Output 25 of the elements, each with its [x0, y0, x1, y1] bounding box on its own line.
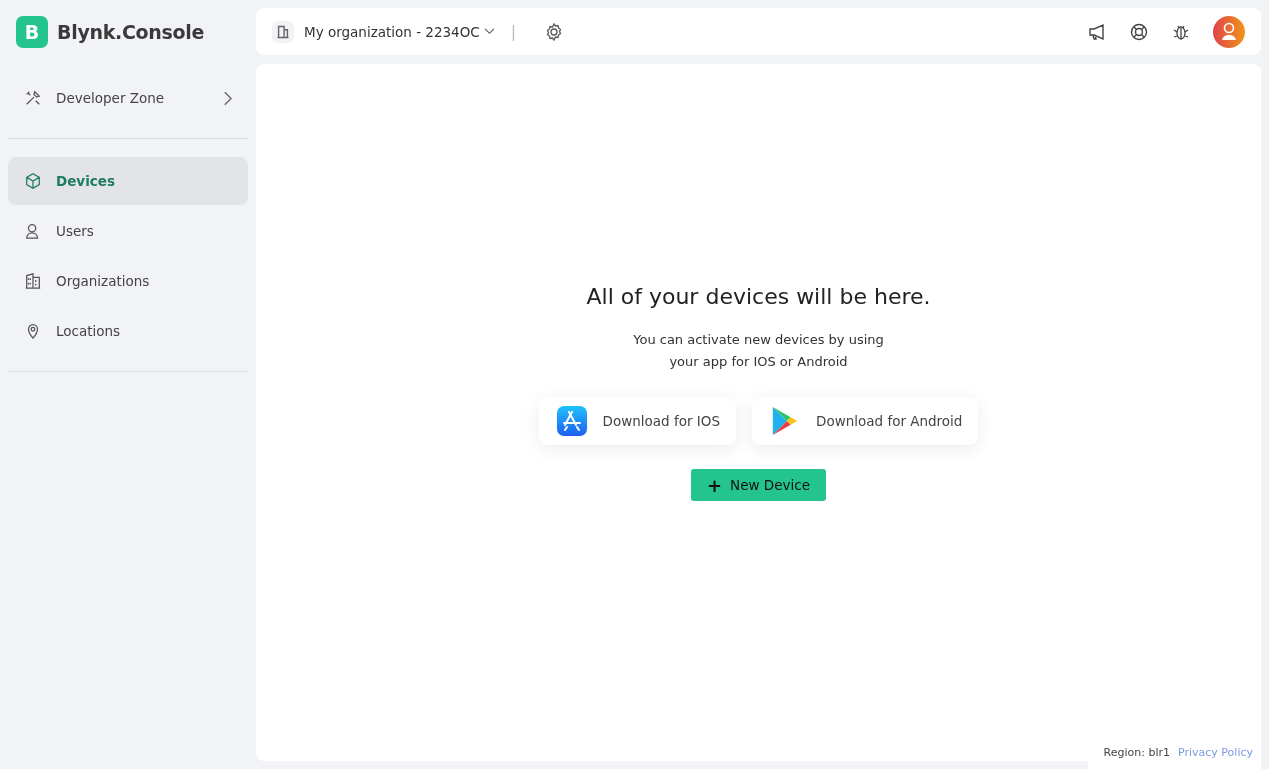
- chevron-right-icon: [223, 90, 232, 106]
- sidebar-item[interactable]: Devices: [8, 157, 248, 205]
- store-download-button[interactable]: Download for Android: [752, 397, 979, 445]
- sidebar-item[interactable]: Locations: [8, 307, 248, 355]
- app-store-icon: [556, 406, 587, 436]
- megaphone-icon[interactable]: [1087, 21, 1107, 42]
- sidebar-item[interactable]: Users: [8, 207, 248, 255]
- logo-badge: B: [16, 16, 48, 48]
- new-device-button[interactable]: + New Device: [691, 469, 826, 501]
- region-label: Region: blr1: [1103, 746, 1171, 759]
- store-download-button[interactable]: Download for IOS: [538, 397, 736, 445]
- chevron-down-icon: [483, 28, 495, 35]
- organization-dropdown[interactable]: My organization - 2234OC: [304, 23, 495, 40]
- cube-icon: [24, 172, 42, 190]
- sidebar-item[interactable]: Organizations: [8, 257, 248, 305]
- building-icon: [24, 272, 42, 290]
- tools-icon: [24, 89, 42, 107]
- empty-state-description: You can activate new devices by using your app for IOS or Android: [633, 331, 884, 371]
- app-name: Blynk.Console: [57, 21, 205, 43]
- empty-state-title: All of your devices will be here.: [586, 284, 931, 309]
- avatar-icon[interactable]: [1213, 15, 1245, 48]
- lifebuoy-icon[interactable]: [1129, 21, 1149, 42]
- building-icon: [272, 20, 294, 43]
- separator: |: [510, 22, 517, 41]
- developer-zone-link[interactable]: Developer Zone: [8, 74, 248, 122]
